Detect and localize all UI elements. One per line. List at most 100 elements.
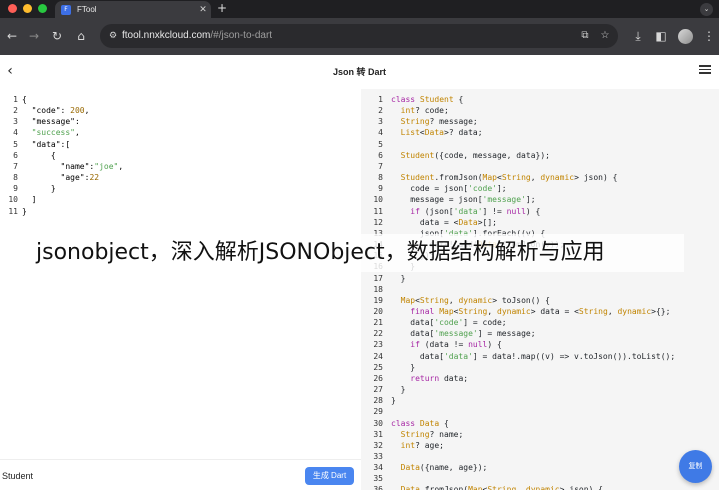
- dart-line-text: String? name;: [400, 429, 464, 439]
- forward-arrow-icon[interactable]: →: [26, 28, 42, 44]
- json-line-text: "code": 200,: [22, 106, 90, 116]
- line-number: 3: [378, 117, 383, 127]
- dart-line: 3 String? message;: [369, 116, 675, 127]
- close-tab-icon[interactable]: ✕: [195, 5, 211, 15]
- tab-search-chevron-icon[interactable]: ⌄: [700, 3, 713, 16]
- reload-icon[interactable]: ↻: [49, 28, 65, 44]
- dart-line-text: }: [391, 396, 396, 406]
- generate-dart-button[interactable]: 生成 Dart: [305, 467, 354, 485]
- line-number: 7: [378, 161, 383, 171]
- dart-line: 26 return data;: [369, 373, 675, 384]
- json-line-text: "name":"joe",: [22, 161, 124, 171]
- line-number: 29: [373, 407, 383, 417]
- banner-text: jsonobject，深入解析JSONObject，数据结构解析与应用: [36, 240, 605, 265]
- json-code[interactable]: 1{2 "code": 200, 3 "message": 4 "success",…: [4, 94, 123, 217]
- dart-line: 2 int? code;: [369, 105, 675, 116]
- line-number: 22: [373, 329, 383, 339]
- menu-icon[interactable]: [699, 65, 711, 77]
- download-icon[interactable]: ⤓: [630, 28, 646, 44]
- dart-line: 27 }: [369, 384, 675, 395]
- dart-line-text: int? age;: [400, 440, 444, 450]
- dart-line: 29: [369, 406, 675, 417]
- line-number: 30: [373, 418, 383, 428]
- line-number: 9: [13, 184, 18, 194]
- dart-line: 8 Student.fromJson(Map<String, dynamic> …: [369, 172, 675, 183]
- dart-line-text: List<Data>? data;: [400, 128, 483, 138]
- line-number: 28: [373, 396, 383, 406]
- window-controls: [8, 4, 47, 13]
- json-line: 7 "name":"joe",: [4, 161, 123, 172]
- close-window-button[interactable]: [8, 4, 17, 13]
- line-number: 7: [13, 161, 18, 171]
- line-number: 32: [373, 440, 383, 450]
- site-settings-icon[interactable]: ⚙: [106, 29, 120, 43]
- json-line-text: }: [22, 184, 56, 194]
- line-number: 10: [8, 195, 18, 205]
- line-number: 4: [13, 128, 18, 138]
- app-header: ‹ Json 转 Dart: [0, 55, 719, 89]
- address-bar[interactable]: ⚙ ftool.nnxkcloud.com/#/json-to-dart ⧉ ☆: [100, 24, 618, 48]
- json-line-text: "message":: [22, 117, 80, 127]
- dart-line-text: String? message;: [400, 117, 478, 127]
- dart-line-text: final Map<String, dynamic> data = <Strin…: [410, 306, 671, 316]
- url-path: /#/json-to-dart: [210, 30, 273, 41]
- dart-line: 20 final Map<String, dynamic> data = <St…: [369, 306, 675, 317]
- side-panel-icon[interactable]: ◧: [653, 28, 669, 44]
- line-number: 1: [13, 95, 18, 104]
- more-menu-icon[interactable]: ⋮: [701, 28, 717, 44]
- dart-line: 9 code = json['code'];: [369, 183, 675, 194]
- line-number: 23: [373, 340, 383, 350]
- dart-line: 17 }: [369, 273, 675, 284]
- dart-line: 4 List<Data>? data;: [369, 127, 675, 138]
- cast-icon[interactable]: ⧉: [578, 29, 592, 43]
- dart-line-text: int? code;: [400, 106, 449, 116]
- line-number: 2: [13, 106, 18, 116]
- profile-avatar[interactable]: [678, 29, 693, 44]
- json-input-editor[interactable]: 1{2 "code": 200, 3 "message": 4 "success",…: [0, 89, 361, 459]
- dart-line-text: Student.fromJson(Map<String, dynamic> js…: [400, 173, 618, 183]
- class-name-field[interactable]: Student: [2, 471, 33, 481]
- json-line: 9 }: [4, 183, 123, 194]
- dart-line: 36 Data.fromJson(Map<String, dynamic> js…: [369, 484, 675, 490]
- line-number: 26: [373, 373, 383, 383]
- home-icon[interactable]: ⌂: [73, 28, 89, 44]
- copy-button[interactable]: 复制: [679, 450, 712, 483]
- line-number: 5: [378, 139, 383, 149]
- dart-line-text: }: [391, 273, 406, 283]
- line-number: 8: [13, 173, 18, 183]
- dart-line-text: Data.fromJson(Map<String, dynamic> json)…: [400, 485, 603, 490]
- json-line-text: "age":22: [22, 173, 100, 183]
- dart-line: 10 message = json['message'];: [369, 194, 675, 205]
- bookmark-star-icon[interactable]: ☆: [598, 29, 612, 43]
- dart-output-panel: 1 class Student {2 int? code; 3 String? me…: [361, 89, 719, 490]
- dart-line: 33: [369, 451, 675, 462]
- json-line-text: {: [22, 150, 56, 160]
- ft-favicon-icon: F: [61, 4, 71, 15]
- back-arrow-icon[interactable]: ←: [4, 28, 20, 44]
- url-text[interactable]: ftool.nnxkcloud.com/#/json-to-dart: [122, 30, 272, 41]
- browser-tab-bar: F FTool ✕ + ⌄: [0, 0, 719, 18]
- dart-line: 12 data = <Data>[];: [369, 217, 675, 228]
- dart-line-text: data = <Data>[];: [391, 217, 497, 227]
- json-line: 1{: [4, 94, 123, 105]
- dart-line: 1 class Student {: [369, 94, 675, 105]
- dart-line: 21 data['code'] = code;: [369, 317, 675, 328]
- dart-line: 7: [369, 161, 675, 172]
- dart-line-text: data['code'] = code;: [391, 318, 507, 328]
- line-number: 9: [378, 184, 383, 194]
- line-number: 11: [373, 206, 383, 216]
- dart-line: 25 }: [369, 362, 675, 373]
- json-line: 10 ]: [4, 194, 123, 205]
- new-tab-button[interactable]: +: [215, 1, 229, 16]
- dart-line-text: if (data != null) {: [410, 340, 502, 350]
- url-host: ftool.nnxkcloud.com: [122, 30, 211, 41]
- json-line-text: }: [22, 206, 27, 216]
- dart-line: 31 String? name;: [369, 429, 675, 440]
- minimize-window-button[interactable]: [23, 4, 32, 13]
- dart-line-text: return data;: [410, 373, 469, 383]
- json-line-text: ]: [22, 195, 37, 205]
- browser-tab[interactable]: F FTool ✕: [55, 1, 211, 18]
- bottom-bar: Student 生成 Dart: [0, 459, 361, 490]
- maximize-window-button[interactable]: [38, 4, 47, 13]
- dart-line-text: if (json['data'] != null) {: [410, 206, 541, 216]
